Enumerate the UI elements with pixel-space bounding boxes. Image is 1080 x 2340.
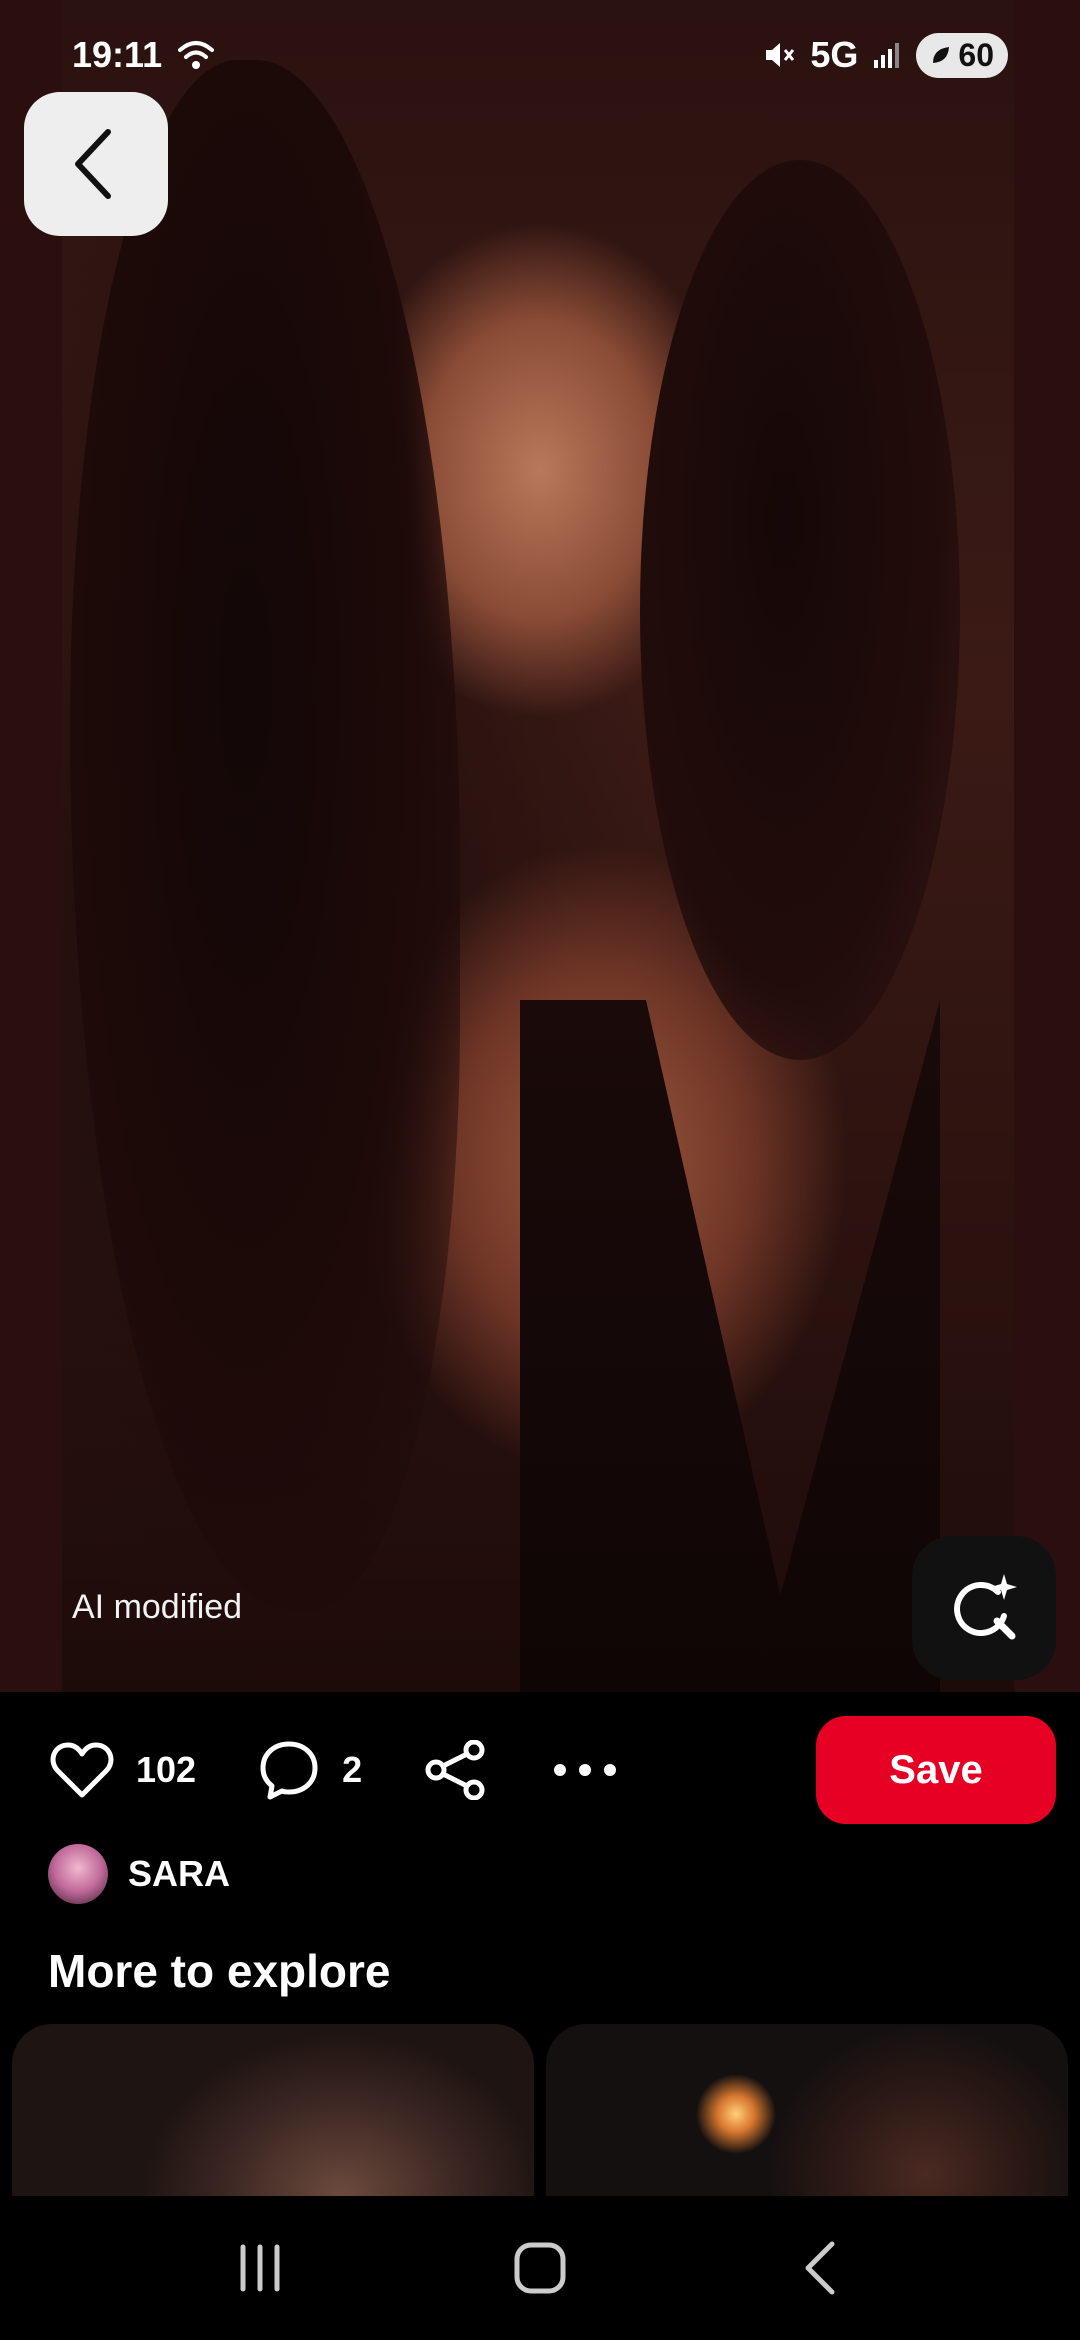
system-back-button[interactable] [760, 2218, 880, 2318]
ai-modified-label: AI modified [72, 1588, 243, 1626]
author-name[interactable]: SARA [128, 1853, 230, 1895]
back-arrow-icon [805, 2241, 835, 2295]
like-count: 102 [136, 1749, 197, 1790]
comment-icon [260, 1741, 318, 1800]
avatar[interactable] [48, 1844, 108, 1904]
share-icon [425, 1740, 485, 1800]
heart-icon [50, 1742, 114, 1798]
comment-action[interactable]: 2 [258, 1739, 362, 1801]
chevron-left-icon [75, 129, 111, 199]
network-type: 5G [810, 34, 859, 75]
author-row[interactable]: SARA [48, 1844, 230, 1904]
pin-image[interactable] [0, 0, 1080, 1692]
home-button[interactable] [480, 2218, 600, 2318]
system-navigation-bar [0, 2196, 1080, 2340]
recent-apps-button[interactable] [200, 2218, 320, 2318]
battery-level: 60 [958, 36, 994, 73]
more-options-button[interactable] [550, 1760, 620, 1780]
lens-sparkle-icon [954, 1574, 1017, 1640]
recent-apps-icon [240, 2244, 280, 2292]
pin-action-bar: 102 2 Save [0, 1712, 1080, 1828]
visual-search-button[interactable] [912, 1536, 1056, 1680]
signal-icon [874, 43, 900, 68]
status-bar: 19:11 5G 60 [0, 0, 1080, 110]
status-time: 19:11 [72, 34, 163, 75]
battery-indicator: 60 [916, 32, 1008, 78]
battery-saver-icon [933, 47, 950, 63]
like-action[interactable]: 102 [50, 1741, 196, 1799]
image-shape-hair-right [640, 160, 960, 1060]
back-button[interactable] [24, 92, 168, 236]
image-border-left [0, 0, 62, 1692]
image-border-right [1014, 0, 1080, 1692]
image-shape-dress [520, 1000, 940, 1692]
mute-icon [766, 43, 795, 67]
more-to-explore-title: More to explore [48, 1945, 391, 1997]
share-action[interactable] [424, 1740, 488, 1800]
save-button[interactable]: Save [816, 1716, 1056, 1824]
wifi-icon [178, 41, 215, 69]
image-shape-hair-left [70, 60, 460, 1610]
more-dots-icon [554, 1764, 617, 1776]
home-icon [514, 2242, 566, 2294]
comment-count: 2 [342, 1749, 363, 1790]
